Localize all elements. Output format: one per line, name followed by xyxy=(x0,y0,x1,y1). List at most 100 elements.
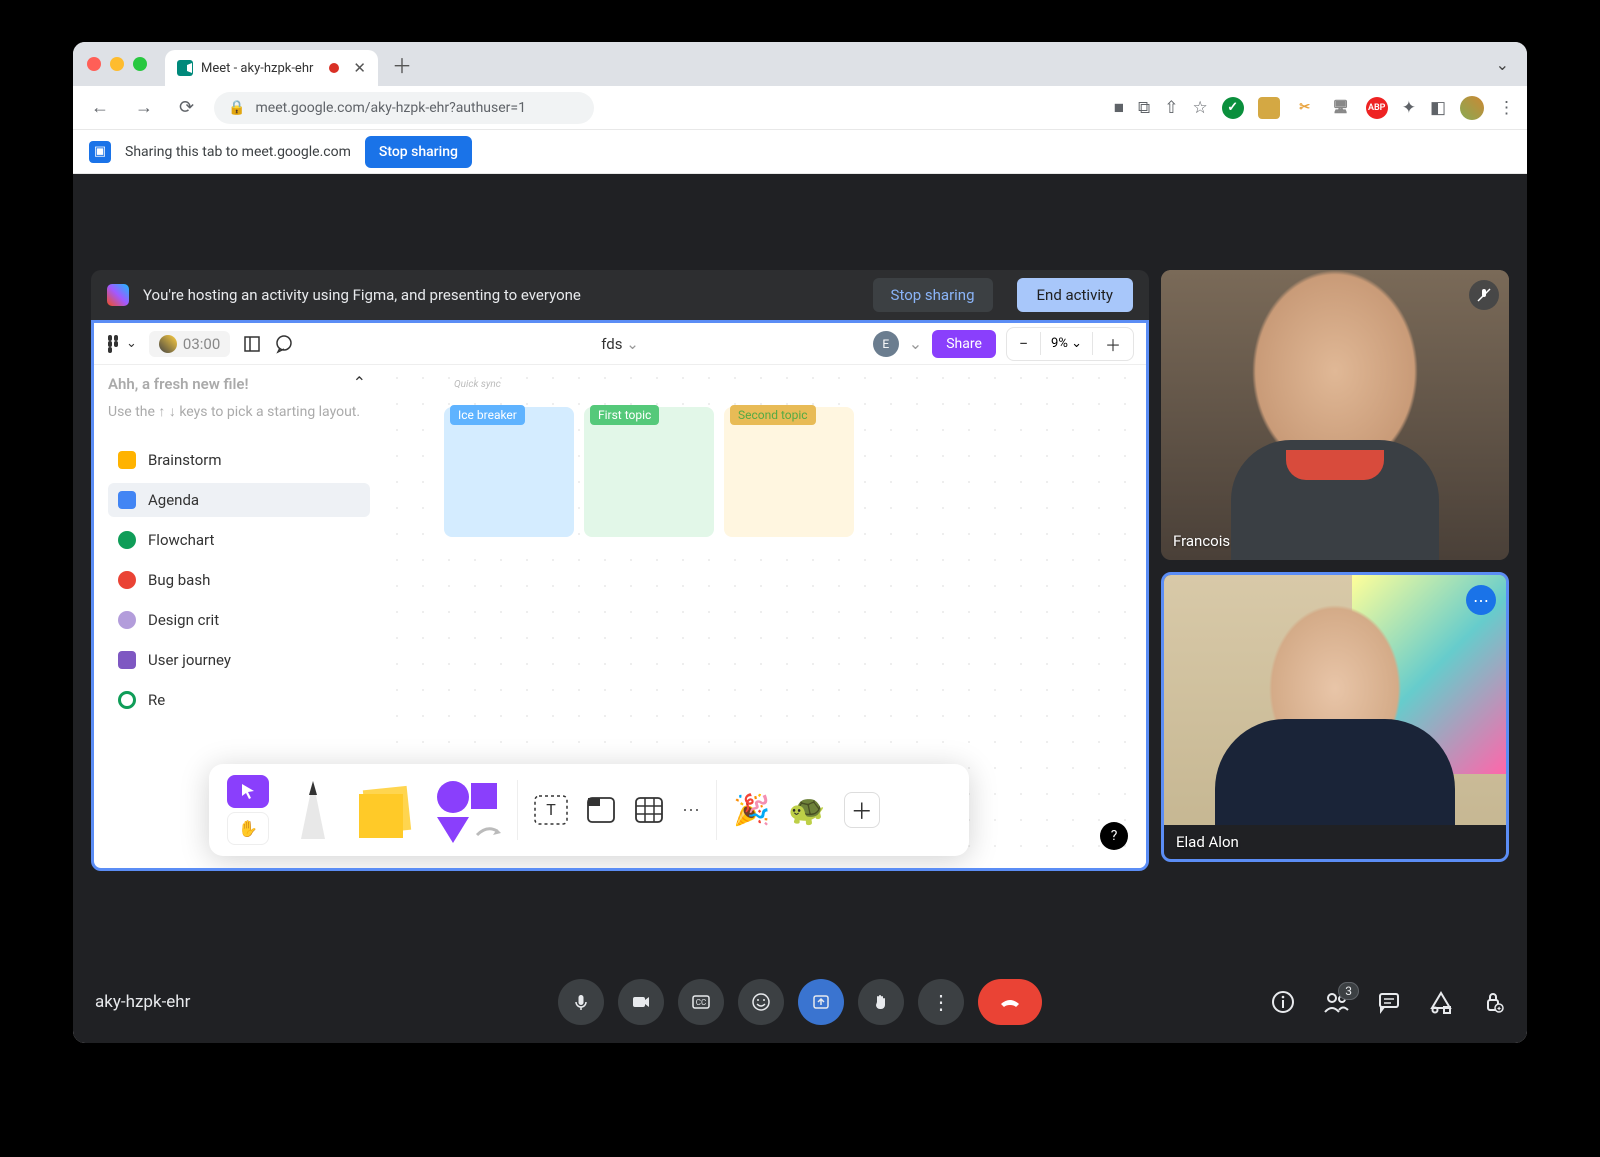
comment-tool-icon[interactable] xyxy=(274,334,294,354)
meeting-info-button[interactable] xyxy=(1271,990,1295,1014)
text-tool[interactable]: T xyxy=(534,795,568,825)
figma-logo-icon xyxy=(107,284,129,306)
extensions-puzzle-icon[interactable]: ✦ xyxy=(1402,98,1416,118)
tabs-dropdown-icon[interactable]: ⌄ xyxy=(1496,55,1509,74)
template-more[interactable]: Re xyxy=(108,683,370,717)
bookmark-star-icon[interactable]: ☆ xyxy=(1192,98,1207,118)
figma-embed: ⌄ 03:00 fds ⌄ E ⌄ Share − 9% ⌄ ＋ xyxy=(91,320,1149,871)
more-options-button[interactable]: ⋮ xyxy=(918,979,964,1025)
browser-window: Meet - aky-hzpk-ehr ✕ ＋ ⌄ ← → ⟳ 🔒 meet.g… xyxy=(73,42,1527,1043)
captions-button[interactable]: CC xyxy=(678,979,724,1025)
tile-more-icon[interactable]: ⋯ xyxy=(1466,585,1496,615)
participant-tile[interactable]: Francois xyxy=(1161,270,1509,560)
hand-tool[interactable]: ✋ xyxy=(227,812,269,845)
chat-button[interactable] xyxy=(1377,990,1401,1014)
extension-scissors-icon[interactable]: ✂ xyxy=(1294,97,1316,119)
flowchart-icon xyxy=(118,531,136,549)
screenshare-icon: ▣ xyxy=(89,141,111,163)
table-tool[interactable] xyxy=(634,796,664,824)
template-designcrit[interactable]: Design crit xyxy=(108,603,370,637)
canvas-card-second[interactable]: Second topic xyxy=(724,407,854,537)
url-text: meet.google.com/aky-hzpk-ehr?authuser=1 xyxy=(256,100,526,116)
end-activity-button[interactable]: End activity xyxy=(1017,278,1133,312)
template-userjourney[interactable]: User journey xyxy=(108,643,370,677)
canvas-card-ice[interactable]: Ice breaker xyxy=(444,407,574,537)
stop-sharing-button[interactable]: Stop sharing xyxy=(365,136,472,168)
collapse-panel-icon[interactable]: ⌃ xyxy=(353,373,366,392)
template-flowchart[interactable]: Flowchart xyxy=(108,523,370,557)
recording-indicator-icon xyxy=(329,63,339,73)
forward-button[interactable]: → xyxy=(129,93,159,122)
svg-text:CC: CC xyxy=(696,998,706,1007)
url-input[interactable]: 🔒 meet.google.com/aky-hzpk-ehr?authuser=… xyxy=(214,92,594,124)
template-agenda[interactable]: Agenda xyxy=(108,483,370,517)
people-button[interactable]: 3 xyxy=(1323,990,1349,1014)
present-button[interactable] xyxy=(798,979,844,1025)
back-button[interactable]: ← xyxy=(85,93,115,122)
pen-icon xyxy=(118,611,136,629)
marker-tool[interactable] xyxy=(291,775,335,845)
meeting-code: aky-hzpk-ehr xyxy=(95,992,190,1012)
end-call-button[interactable] xyxy=(978,979,1042,1025)
lightbulb-icon xyxy=(118,451,136,469)
more-tools-icon[interactable]: ⋯ xyxy=(682,800,700,821)
zoom-out-button[interactable]: − xyxy=(1007,330,1040,357)
browser-tab[interactable]: Meet - aky-hzpk-ehr ✕ xyxy=(165,50,378,86)
sidepanel-icon[interactable]: ◧ xyxy=(1430,98,1446,118)
profile-avatar[interactable] xyxy=(1460,96,1484,120)
extension-monitor-icon[interactable]: 🖥 xyxy=(1330,97,1352,119)
toolbar-actions: ■ ⧉ ⇧ ☆ ✓ ✂ 🖥 ABP ✦ ◧ ⋮ xyxy=(1114,96,1515,120)
timer-widget[interactable]: 03:00 xyxy=(149,331,230,357)
open-external-icon[interactable]: ⧉ xyxy=(1138,98,1150,118)
template-label: Agenda xyxy=(148,491,199,509)
participant-tile-self[interactable]: ⋯ Elad Alon xyxy=(1161,572,1509,862)
reload-button[interactable]: ⟳ xyxy=(173,93,200,122)
activity-stop-sharing-button[interactable]: Stop sharing xyxy=(873,278,993,312)
camera-toggle-button[interactable] xyxy=(618,979,664,1025)
chevron-down-icon[interactable]: ⌄ xyxy=(909,334,922,353)
raise-hand-button[interactable] xyxy=(858,979,904,1025)
figma-menu-icon[interactable]: ⌄ xyxy=(106,335,137,353)
video-feed xyxy=(1161,270,1509,560)
zoom-in-button[interactable]: ＋ xyxy=(1093,328,1133,360)
fullscreen-window-icon[interactable] xyxy=(133,57,147,71)
share-icon[interactable]: ⇧ xyxy=(1164,98,1178,118)
zoom-value[interactable]: 9% ⌄ xyxy=(1040,332,1093,355)
section-tool[interactable] xyxy=(586,796,616,824)
camera-indicator-icon[interactable]: ■ xyxy=(1114,98,1124,118)
template-brainstorm[interactable]: Brainstorm xyxy=(108,443,370,477)
window-controls xyxy=(87,57,147,71)
extension-abp-icon[interactable]: ABP xyxy=(1366,97,1388,119)
sticker-tool[interactable]: 🐢 xyxy=(788,793,825,828)
svg-text:T: T xyxy=(546,800,556,819)
browser-menu-icon[interactable]: ⋮ xyxy=(1498,98,1515,118)
frame-tool-icon[interactable] xyxy=(242,334,262,354)
help-button[interactable]: ? xyxy=(1100,822,1128,850)
sticky-tool[interactable] xyxy=(353,782,413,838)
extension-icon[interactable] xyxy=(1258,97,1280,119)
participant-name: Elad Alon xyxy=(1164,825,1506,859)
new-tab-button[interactable]: ＋ xyxy=(392,50,412,79)
stamp-tool[interactable]: 🎉 xyxy=(733,793,770,828)
select-tool[interactable] xyxy=(227,775,269,808)
call-controls: CC ⋮ xyxy=(558,979,1042,1025)
extension-icon[interactable]: ✓ xyxy=(1222,97,1244,119)
panel-hint: Use the ↑ ↓ keys to pick a starting layo… xyxy=(108,403,370,423)
close-window-icon[interactable] xyxy=(87,57,101,71)
host-controls-button[interactable]: ✦ xyxy=(1481,990,1505,1014)
tab-sharing-banner: ▣ Sharing this tab to meet.google.com St… xyxy=(73,130,1527,174)
figma-share-button[interactable]: Share xyxy=(932,330,996,358)
mic-toggle-button[interactable] xyxy=(558,979,604,1025)
reactions-button[interactable] xyxy=(738,979,784,1025)
shapes-tool[interactable] xyxy=(431,775,501,845)
tab-title: Meet - aky-hzpk-ehr xyxy=(201,61,313,76)
minimize-window-icon[interactable] xyxy=(110,57,124,71)
collaborator-avatar[interactable]: E xyxy=(873,331,899,357)
add-widget-button[interactable]: ＋ xyxy=(844,792,880,828)
document-title[interactable]: fds ⌄ xyxy=(601,335,639,353)
close-tab-icon[interactable]: ✕ xyxy=(353,59,366,77)
activities-button[interactable] xyxy=(1429,990,1453,1014)
template-bugbash[interactable]: Bug bash xyxy=(108,563,370,597)
mic-muted-icon xyxy=(1469,280,1499,310)
canvas-card-first[interactable]: First topic xyxy=(584,407,714,537)
